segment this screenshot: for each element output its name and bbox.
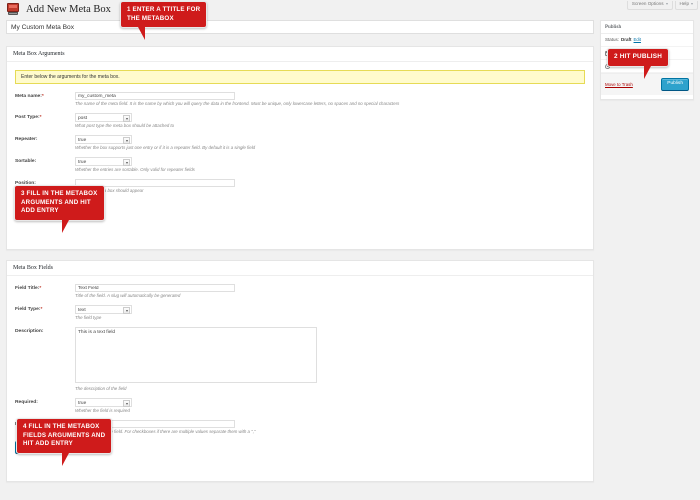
field-row-repeater: Repeater: true xyxy=(15,135,585,144)
chevron-down-icon xyxy=(123,159,130,166)
required-asterisk: * xyxy=(40,115,42,120)
callout-tail xyxy=(62,453,69,466)
required-select[interactable]: true xyxy=(75,398,132,407)
screen-options-label: Screen Options xyxy=(632,2,664,7)
callout-enter-title: 1 ENTER A TTITLE FOR THE METABOX xyxy=(120,1,207,28)
callout-fill-arguments-text: 3 FILL IN THE METABOX ARGUMENTS AND HIT … xyxy=(14,185,105,221)
sortable-label: Sortable: xyxy=(15,157,75,165)
page-header: Add New Meta Box xyxy=(6,3,111,16)
position-hint: Where the meta box should appear xyxy=(75,188,585,194)
required-label: Required: xyxy=(15,398,75,406)
required-asterisk: * xyxy=(39,286,41,291)
meta-name-label: Meta name:* xyxy=(15,92,75,100)
screen-options-button[interactable]: Screen Options xyxy=(627,1,673,10)
post-type-label: Post Type:* xyxy=(15,113,75,121)
field-row-required: Required: true xyxy=(15,398,585,407)
callout-tail xyxy=(62,220,69,233)
callout-enter-title-text: 1 ENTER A TTITLE FOR THE METABOX xyxy=(120,1,207,28)
field-type-value: text xyxy=(78,307,86,314)
description-label: Description: xyxy=(15,327,75,335)
chevron-down-icon xyxy=(123,307,130,314)
required-asterisk: * xyxy=(42,94,44,99)
help-label: Help xyxy=(680,2,689,7)
required-hint: Whether the field is required xyxy=(75,408,585,414)
repeater-value: true xyxy=(78,137,86,144)
move-to-trash-link[interactable]: Move to Trash xyxy=(605,82,633,87)
chevron-down-icon xyxy=(123,400,130,407)
publish-status-row: Status: Draft Edit xyxy=(601,34,693,47)
repeater-label: Repeater: xyxy=(15,135,75,143)
required-asterisk: * xyxy=(40,307,42,312)
status-value: Draft xyxy=(621,37,632,43)
publish-button[interactable]: Publish xyxy=(661,78,689,91)
sortable-value: true xyxy=(78,159,86,166)
wordpress-admin-screen: Screen Options Help Add New Meta Box Met… xyxy=(0,0,700,500)
field-row-sortable: Sortable: true xyxy=(15,157,585,166)
status-edit-link[interactable]: Edit xyxy=(634,37,641,43)
callout-fill-fields-text: 4 FILL IN THE METABOX FIELDS ARGUMENTS A… xyxy=(16,418,112,454)
chevron-down-icon xyxy=(691,3,693,5)
metabox-admin-icon xyxy=(6,3,20,16)
field-type-label: Field Type:* xyxy=(15,305,75,313)
post-type-select[interactable]: post xyxy=(75,113,132,122)
chevron-down-icon xyxy=(123,137,130,144)
callout-hit-publish-text: 2 HIT PUBLISH xyxy=(607,48,669,67)
field-row-post-type: Post Type:* post xyxy=(15,113,585,122)
chevron-down-icon xyxy=(666,3,668,5)
callout-fill-fields: 4 FILL IN THE METABOX FIELDS ARGUMENTS A… xyxy=(16,418,112,454)
post-type-value: post xyxy=(78,115,87,122)
callout-tail xyxy=(644,66,651,79)
screen-meta-links: Screen Options Help xyxy=(627,1,698,10)
sortable-select[interactable]: true xyxy=(75,157,132,166)
repeater-select[interactable]: true xyxy=(75,135,132,144)
page-title: Add New Meta Box xyxy=(26,3,111,16)
field-title-hint: Title of the field. A slug will automati… xyxy=(75,293,585,299)
field-row-field-type: Field Type:* text xyxy=(15,305,585,314)
field-row-meta-name: Meta name:* xyxy=(15,92,585,100)
field-row-description: Description: This is a text field xyxy=(15,327,585,385)
sortable-hint: Whether the entries are sortable. Only v… xyxy=(75,167,585,173)
description-hint: The description of the field xyxy=(75,386,585,392)
meta-name-input[interactable] xyxy=(75,92,235,100)
meta-box-fields-heading: Meta Box Fields xyxy=(7,261,593,276)
field-type-select[interactable]: text xyxy=(75,305,132,314)
callout-tail xyxy=(138,27,145,40)
post-title-input[interactable] xyxy=(6,20,594,34)
meta-box-arguments-heading: Meta Box Arguments xyxy=(7,47,593,62)
post-type-hint: What post type the meta box should be at… xyxy=(75,123,585,129)
description-textarea[interactable]: This is a text field xyxy=(75,327,317,383)
repeater-hint: Whether the box supports just one entry … xyxy=(75,145,585,151)
status-label: Status: xyxy=(605,37,619,43)
required-value: true xyxy=(78,400,86,407)
callout-fill-arguments: 3 FILL IN THE METABOX ARGUMENTS AND HIT … xyxy=(14,185,105,221)
field-type-hint: The field type xyxy=(75,315,585,321)
callout-hit-publish: 2 HIT PUBLISH xyxy=(607,48,669,67)
field-title-input[interactable] xyxy=(75,284,235,292)
publish-panel-heading: Publish xyxy=(601,21,693,34)
arguments-notice: Enter below the arguments for the meta b… xyxy=(15,70,585,84)
field-row-field-title: Field Title:* xyxy=(15,284,585,292)
default-hint: Default value of the field. For checkbox… xyxy=(75,429,585,435)
meta-name-hint: The name of the meta field. It is the na… xyxy=(75,101,585,107)
post-title-row xyxy=(6,20,594,34)
chevron-down-icon xyxy=(123,115,130,122)
field-title-label: Field Title:* xyxy=(15,284,75,292)
help-button[interactable]: Help xyxy=(675,1,698,10)
